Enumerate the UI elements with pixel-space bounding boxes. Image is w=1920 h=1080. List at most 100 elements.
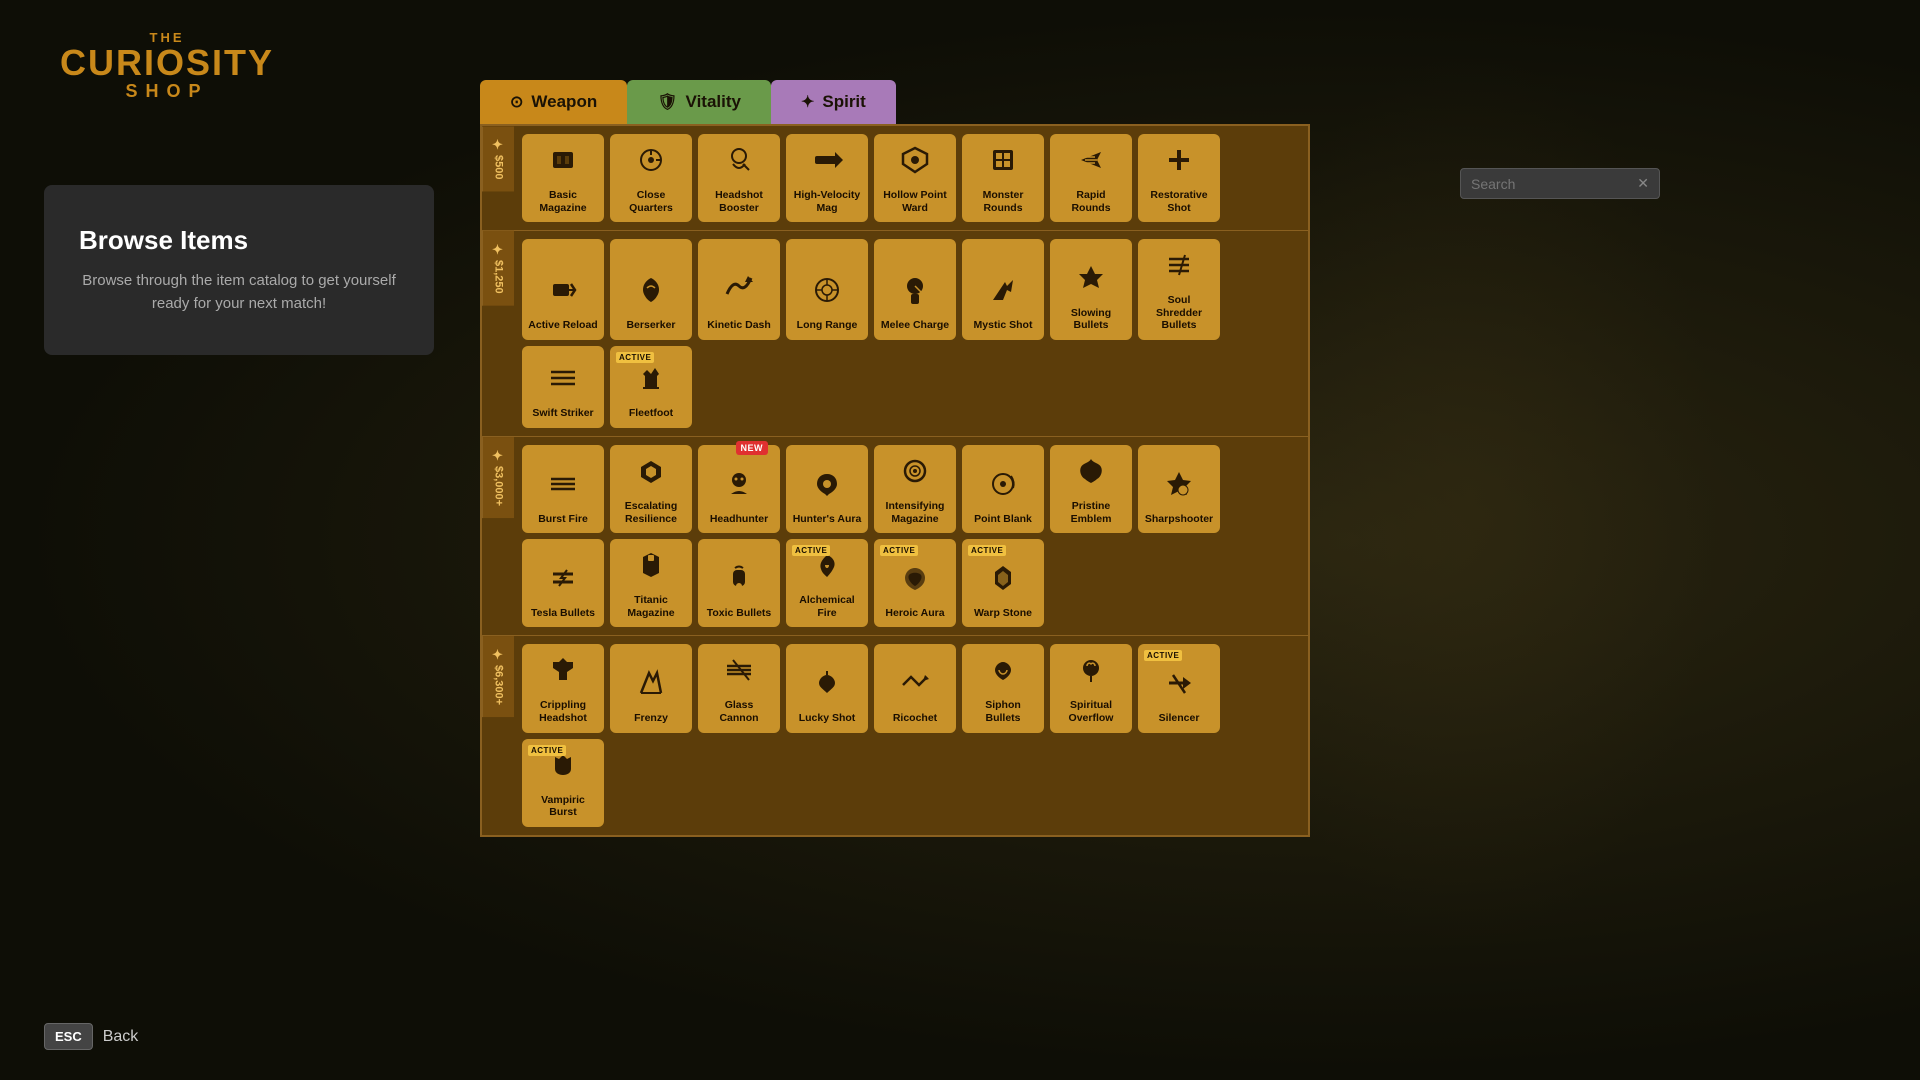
item-icon <box>545 272 581 315</box>
price-section-0: ✦$500Basic MagazineClose QuartersHeadsho… <box>482 126 1308 230</box>
item-card[interactable]: Crippling Headshot <box>522 644 604 732</box>
item-card[interactable]: Burst Fire <box>522 445 604 533</box>
item-name: Siphon Bullets <box>968 699 1038 724</box>
item-card[interactable]: Escalating Resilience <box>610 445 692 533</box>
price-section-3: ✦$6,300+Crippling HeadshotFrenzyGlass Ca… <box>482 635 1308 834</box>
item-name: Melee Charge <box>881 319 949 332</box>
item-card[interactable]: Frenzy <box>610 644 692 732</box>
items-row-0: Basic Magazine Close Quarters Headshot Boo… <box>514 126 1308 230</box>
item-card[interactable]: Close Quarters <box>610 134 692 222</box>
item-card[interactable]: Ricochet <box>874 644 956 732</box>
item-icon <box>633 272 669 315</box>
item-name: Spiritual Overflow <box>1056 699 1126 724</box>
logo-curiosity: CURIOSITY <box>60 45 274 81</box>
search-close-icon[interactable]: ✕ <box>1637 175 1649 192</box>
item-card[interactable]: Swift Striker <box>522 346 604 428</box>
item-icon <box>633 665 669 708</box>
item-card[interactable]: Soul Shredder Bullets <box>1138 239 1220 340</box>
item-name: Mystic Shot <box>974 319 1033 332</box>
spirit-tab-icon: ✦ <box>801 92 814 112</box>
item-card[interactable]: Berserker <box>610 239 692 340</box>
item-card[interactable]: NEWHeadhunter <box>698 445 780 533</box>
item-name: Restorative Shot <box>1144 189 1214 214</box>
item-name: Warp Stone <box>974 607 1032 620</box>
item-card[interactable]: Pristine Emblem <box>1050 445 1132 533</box>
item-card[interactable]: Titanic Magazine <box>610 539 692 627</box>
item-card[interactable]: Restorative Shot <box>1138 134 1220 222</box>
tab-bar: ⊙ Weapon 🛡 Vitality ✦ Spirit <box>480 80 1310 124</box>
item-icon <box>633 453 669 496</box>
item-card[interactable]: Mystic Shot <box>962 239 1044 340</box>
item-card[interactable]: Toxic Bullets <box>698 539 780 627</box>
active-badge: ACTIVE <box>528 745 566 756</box>
item-name: Swift Striker <box>532 407 593 420</box>
item-name: Soul Shredder Bullets <box>1144 294 1214 332</box>
item-icon <box>1073 260 1109 303</box>
item-card[interactable]: Sharpshooter <box>1138 445 1220 533</box>
item-icon <box>809 466 845 509</box>
search-input[interactable] <box>1471 176 1631 192</box>
item-name: High-Velocity Mag <box>792 189 862 214</box>
item-name: Silencer <box>1159 712 1200 725</box>
item-name: Vampiric Burst <box>528 794 598 819</box>
item-name: Point Blank <box>974 513 1032 526</box>
item-card[interactable]: Siphon Bullets <box>962 644 1044 732</box>
item-name: Burst Fire <box>538 513 588 526</box>
item-card[interactable]: Monster Rounds <box>962 134 1044 222</box>
item-card[interactable]: Basic Magazine <box>522 134 604 222</box>
item-card[interactable]: High-Velocity Mag <box>786 134 868 222</box>
esc-key: ESC <box>44 1023 93 1050</box>
item-card[interactable]: Melee Charge <box>874 239 956 340</box>
item-card[interactable]: ACTIVEFleetfoot <box>610 346 692 428</box>
item-icon <box>897 665 933 708</box>
items-row-3: Crippling Headshot FrenzyGlass CannonLuck… <box>514 636 1308 834</box>
info-heading: Browse Items <box>79 225 399 256</box>
item-card[interactable]: Intensifying Magazine <box>874 445 956 533</box>
item-card[interactable]: ACTIVE Vampiric Burst <box>522 739 604 827</box>
active-badge: ACTIVE <box>1144 650 1182 661</box>
item-card[interactable]: Active Reload <box>522 239 604 340</box>
item-icon <box>809 665 845 708</box>
tab-spirit[interactable]: ✦ Spirit <box>771 80 896 124</box>
item-icon <box>721 142 757 185</box>
item-card[interactable]: Long Range <box>786 239 868 340</box>
item-card[interactable]: Hunter's Aura <box>786 445 868 533</box>
item-card[interactable]: Slowing Bullets <box>1050 239 1132 340</box>
item-icon <box>985 142 1021 185</box>
item-name: Escalating Resilience <box>616 500 686 525</box>
item-icon <box>1161 665 1197 708</box>
tab-weapon-label: Weapon <box>531 92 597 112</box>
back-label: Back <box>103 1028 139 1046</box>
tab-vitality[interactable]: 🛡 Vitality <box>627 80 771 124</box>
item-card[interactable]: Hollow Point Ward <box>874 134 956 222</box>
item-card[interactable]: ACTIVEAlchemical Fire <box>786 539 868 627</box>
item-card[interactable]: ACTIVEHeroic Aura <box>874 539 956 627</box>
item-card[interactable]: Spiritual Overflow <box>1050 644 1132 732</box>
tab-spirit-label: Spirit <box>822 92 865 112</box>
item-card[interactable]: ACTIVEWarp Stone <box>962 539 1044 627</box>
item-name: Tesla Bullets <box>531 607 595 620</box>
item-name: Kinetic Dash <box>707 319 771 332</box>
tab-vitality-label: Vitality <box>686 92 741 112</box>
item-name: Crippling Headshot <box>528 699 598 724</box>
item-card[interactable]: Lucky Shot <box>786 644 868 732</box>
item-icon <box>809 272 845 315</box>
item-card[interactable]: Point Blank <box>962 445 1044 533</box>
item-card[interactable]: Rapid Rounds <box>1050 134 1132 222</box>
item-icon <box>897 142 933 185</box>
item-name: Slowing Bullets <box>1056 307 1126 332</box>
info-description: Browse through the item catalog to get y… <box>79 270 399 315</box>
item-name: Long Range <box>797 319 858 332</box>
item-name: Close Quarters <box>616 189 686 214</box>
item-card[interactable]: Glass Cannon <box>698 644 780 732</box>
item-name: Rapid Rounds <box>1056 189 1126 214</box>
price-section-2: ✦$3,000+Burst FireEscalating ResilienceN… <box>482 436 1308 635</box>
weapon-tab-icon: ⊙ <box>510 92 523 112</box>
item-icon <box>1161 142 1197 185</box>
active-badge: ACTIVE <box>792 545 830 556</box>
item-card[interactable]: Kinetic Dash <box>698 239 780 340</box>
item-card[interactable]: ACTIVE Silencer <box>1138 644 1220 732</box>
tab-weapon[interactable]: ⊙ Weapon <box>480 80 627 124</box>
item-card[interactable]: Tesla Bullets <box>522 539 604 627</box>
item-card[interactable]: Headshot Booster <box>698 134 780 222</box>
